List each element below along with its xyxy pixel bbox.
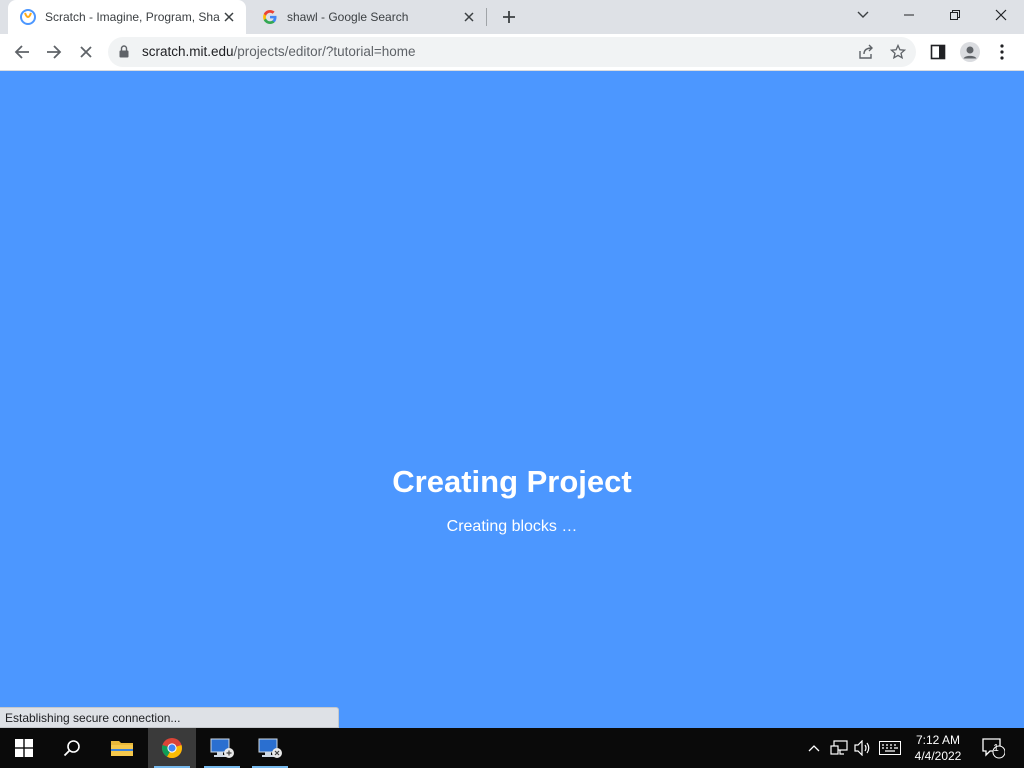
chrome-taskbar-button[interactable]: [148, 728, 196, 768]
side-panel-button[interactable]: [924, 38, 952, 66]
taskbar-clock[interactable]: 7:12 AM 4/4/2022: [905, 732, 971, 764]
remote-desktop-button[interactable]: [246, 728, 294, 768]
volume-tray-button[interactable]: [852, 728, 874, 768]
profile-button[interactable]: [956, 38, 984, 66]
tab-google-search[interactable]: shawl - Google Search: [250, 0, 486, 34]
back-button[interactable]: [8, 38, 36, 66]
status-bubble: Establishing secure connection...: [0, 707, 339, 728]
bookmark-star-icon[interactable]: [888, 42, 908, 62]
file-explorer-button[interactable]: [98, 728, 146, 768]
plus-icon: [503, 11, 515, 23]
loading-subtitle: Creating blocks …: [446, 518, 578, 535]
share-icon[interactable]: [856, 42, 876, 62]
arrow-left-icon: [14, 45, 29, 59]
clock-date: 4/4/2022: [914, 749, 962, 763]
clock-time: 7:12 AM: [915, 733, 961, 747]
chevron-down-icon: [857, 11, 869, 18]
new-tab-button[interactable]: [498, 6, 520, 28]
tab-scratch[interactable]: Scratch - Imagine, Program, Share: [8, 0, 246, 34]
close-window-button[interactable]: [978, 0, 1024, 30]
notification-center-button[interactable]: 1: [978, 728, 1008, 768]
keyboard-icon: [879, 741, 901, 755]
windows-start-icon: [15, 739, 33, 757]
kebab-menu-icon: [1000, 44, 1004, 60]
lock-icon: [119, 45, 129, 58]
chevron-up-icon: [808, 745, 820, 752]
menu-button[interactable]: [988, 38, 1016, 66]
scratch-favicon-icon: [20, 9, 36, 25]
page-content: Creating Project Creating blocks …: [0, 71, 1024, 728]
address-bar[interactable]: scratch.mit.edu/projects/editor/?tutoria…: [108, 37, 916, 67]
notification-count-badge: 1: [993, 743, 999, 754]
avatar-icon: [960, 42, 980, 62]
network-icon: [830, 740, 848, 755]
restore-icon: [950, 10, 960, 20]
start-button[interactable]: [0, 728, 48, 768]
forward-button[interactable]: [40, 38, 68, 66]
side-panel-icon: [930, 44, 946, 60]
tab-close-icon[interactable]: [220, 8, 238, 26]
tab-close-icon[interactable]: [460, 8, 478, 26]
chrome-icon: [162, 738, 182, 759]
tab-divider: [486, 8, 487, 26]
close-icon: [80, 46, 92, 58]
arrow-right-icon: [47, 45, 62, 59]
keyboard-tray-button[interactable]: [876, 728, 904, 768]
network-app-button[interactable]: [198, 728, 246, 768]
speaker-icon: [854, 740, 870, 756]
taskbar: 7:12 AM 4/4/2022 1: [0, 728, 1024, 768]
url-text: scratch.mit.edu/projects/editor/?tutoria…: [142, 44, 416, 59]
browser-toolbar: scratch.mit.edu/projects/editor/?tutoria…: [0, 34, 1024, 71]
minimize-button[interactable]: [886, 0, 932, 30]
tab-strip: Scratch - Imagine, Program, Share shawl …: [0, 0, 1024, 34]
close-icon: [995, 9, 1007, 21]
tab-title: shawl - Google Search: [287, 10, 409, 24]
taskbar-search-button[interactable]: [48, 728, 96, 768]
tab-search-button[interactable]: [840, 0, 886, 30]
tab-title: Scratch - Imagine, Program, Share: [45, 10, 220, 24]
folder-icon: [111, 741, 133, 756]
network-monitor-icon: [210, 738, 234, 758]
network-tray-button[interactable]: [828, 728, 850, 768]
stop-loading-button[interactable]: [72, 38, 100, 66]
google-favicon-icon: [262, 9, 278, 25]
show-hidden-icons-button[interactable]: [804, 728, 824, 768]
restore-button[interactable]: [932, 0, 978, 30]
search-icon: [63, 740, 80, 757]
loading-title: Creating Project: [392, 464, 632, 499]
minimize-icon: [904, 14, 914, 16]
remote-desktop-icon: [258, 738, 282, 758]
